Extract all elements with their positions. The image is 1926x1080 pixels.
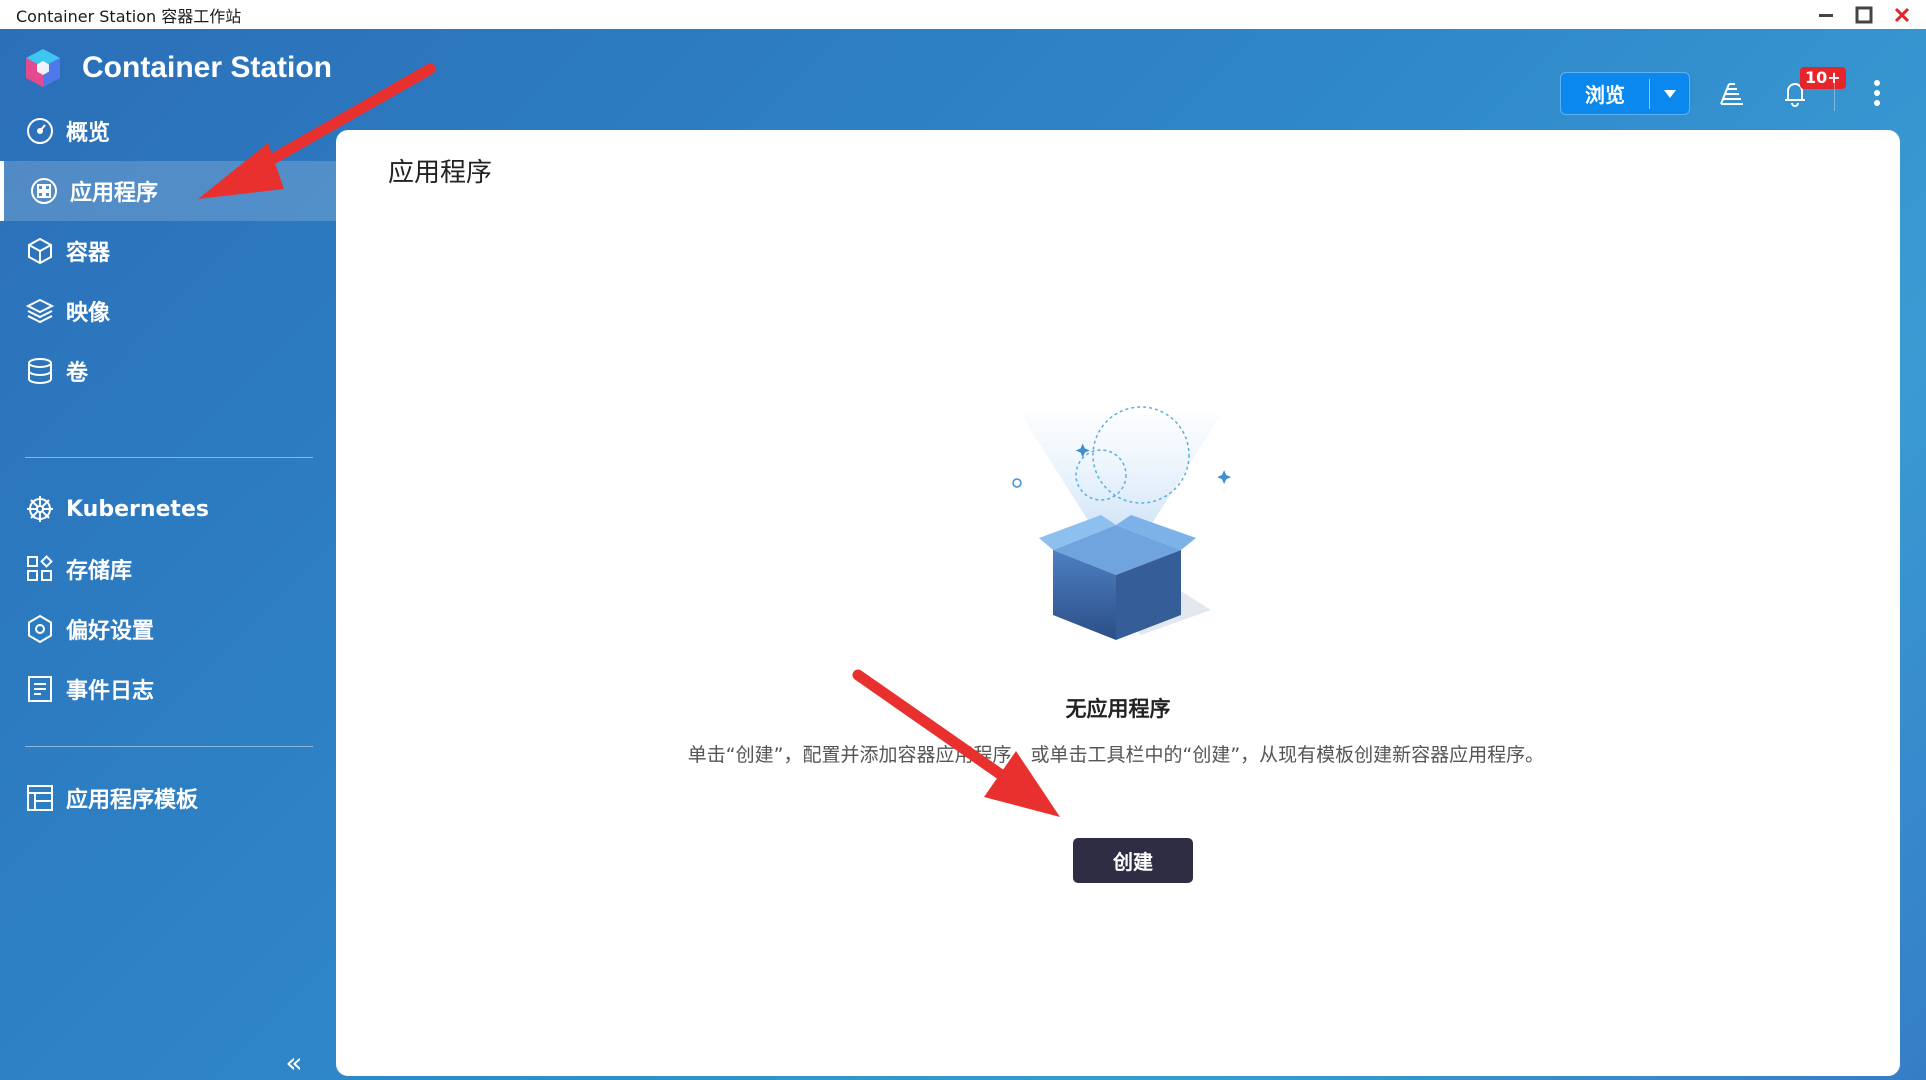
sidebar-item-label: Kubernetes bbox=[66, 496, 209, 522]
empty-state-description: 单击“创建”，配置并添加容器应用程序，或单击工具栏中的“创建”，从现有模板创建新… bbox=[687, 744, 1545, 766]
browse-split-button[interactable]: 浏览 bbox=[1560, 72, 1690, 115]
sidebar-divider bbox=[25, 457, 313, 458]
create-button[interactable]: 创建 bbox=[1073, 838, 1193, 883]
sidebar-item-preferences[interactable]: 偏好设置 bbox=[0, 599, 336, 659]
browse-button-label[interactable]: 浏览 bbox=[1561, 79, 1649, 108]
sidebar-item-label: 卷 bbox=[66, 361, 89, 386]
app-brand: Container Station bbox=[22, 47, 332, 89]
minimize-icon[interactable] bbox=[1808, 0, 1844, 29]
sidebar-item-images[interactable]: 映像 bbox=[0, 281, 336, 341]
sidebar-item-kubernetes[interactable]: Kubernetes bbox=[0, 479, 336, 539]
sidebar-item-label: 映像 bbox=[66, 301, 111, 326]
sidebar: 概览 应用程序 容器 映像 卷 Kubernetes 存储库 偏好设置 事件日志… bbox=[0, 101, 336, 1080]
image-layers-icon bbox=[25, 296, 55, 326]
sidebar-item-applications[interactable]: 应用程序 bbox=[0, 161, 336, 221]
close-icon[interactable] bbox=[1884, 0, 1920, 29]
sidebar-item-label: 应用程序 bbox=[70, 181, 159, 206]
sidebar-item-label: 应用程序模板 bbox=[66, 788, 199, 813]
more-vertical-icon[interactable] bbox=[1857, 73, 1897, 113]
empty-box-illustration bbox=[1012, 406, 1232, 640]
sidebar-item-volumes[interactable]: 卷 bbox=[0, 341, 336, 401]
sidebar-item-app-templates[interactable]: 应用程序模板 bbox=[0, 768, 336, 828]
volume-database-icon bbox=[25, 356, 55, 386]
maximize-icon[interactable] bbox=[1846, 0, 1882, 29]
task-stack-icon[interactable] bbox=[1712, 73, 1752, 113]
container-station-logo bbox=[26, 49, 60, 87]
kubernetes-helm-icon bbox=[25, 494, 55, 524]
app-template-icon bbox=[25, 783, 55, 813]
preferences-gear-icon bbox=[25, 614, 55, 644]
repository-grid-icon bbox=[25, 554, 55, 584]
applications-grid-icon bbox=[29, 176, 59, 206]
sidebar-item-label: 事件日志 bbox=[66, 679, 155, 704]
app-shell: Container Station 浏览 10+ 概览 应用程序 容器 映像 卷… bbox=[0, 29, 1926, 1080]
chevron-down-icon[interactable] bbox=[1650, 89, 1689, 99]
sidebar-divider bbox=[25, 746, 313, 747]
window-titlebar: Container Station 容器工作站 bbox=[0, 0, 1926, 30]
sidebar-item-label: 偏好设置 bbox=[66, 619, 155, 644]
sidebar-item-label: 容器 bbox=[66, 241, 111, 266]
toolbar-divider bbox=[1834, 75, 1835, 111]
sidebar-item-label: 概览 bbox=[66, 121, 111, 146]
app-name: Container Station bbox=[82, 51, 333, 84]
sidebar-item-overview[interactable]: 概览 bbox=[0, 101, 336, 161]
dashboard-gauge-icon bbox=[25, 116, 55, 146]
window-title: Container Station 容器工作站 bbox=[16, 6, 242, 26]
notification-badge: 10+ bbox=[1800, 67, 1846, 89]
page-title: 应用程序 bbox=[388, 158, 493, 188]
collapse-sidebar-icon[interactable]: « bbox=[280, 1049, 308, 1077]
sidebar-item-label: 存储库 bbox=[66, 559, 133, 584]
event-log-icon bbox=[25, 674, 55, 704]
main-panel: 应用程序 无应用程序 单击“创建”，配置并添加容器应用程序，或单击工具栏中的“创… bbox=[336, 130, 1900, 1076]
sidebar-item-event-log[interactable]: 事件日志 bbox=[0, 659, 336, 719]
empty-state-title: 无应用程序 bbox=[1065, 697, 1171, 721]
sidebar-item-containers[interactable]: 容器 bbox=[0, 221, 336, 281]
container-cube-icon bbox=[25, 236, 55, 266]
sidebar-item-repositories[interactable]: 存储库 bbox=[0, 539, 336, 599]
